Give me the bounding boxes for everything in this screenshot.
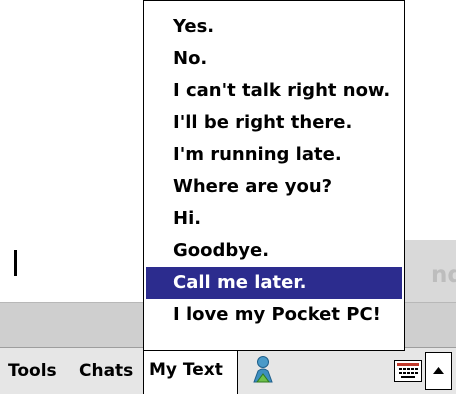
my-text-dropdown: Yes. No. I can't talk right now. I'll be ri… bbox=[143, 0, 405, 351]
chats-menu[interactable]: Chats bbox=[79, 357, 133, 385]
my-text-item[interactable]: Hi. bbox=[146, 203, 402, 235]
my-text-item[interactable]: Call me later. bbox=[146, 267, 402, 299]
tools-menu[interactable]: Tools bbox=[8, 357, 57, 385]
keyboard-icon[interactable] bbox=[394, 360, 422, 382]
text-cursor bbox=[14, 250, 17, 276]
user-icon[interactable] bbox=[247, 354, 281, 388]
my-text-item[interactable]: I'm running late. bbox=[146, 139, 402, 171]
my-text-item[interactable]: Where are you? bbox=[146, 171, 402, 203]
my-text-menu[interactable]: My Text bbox=[143, 347, 238, 394]
my-text-item[interactable]: I love my Pocket PC! bbox=[146, 299, 402, 331]
input-selector-arrow-icon[interactable] bbox=[425, 352, 452, 390]
my-text-item[interactable]: Goodbye. bbox=[146, 235, 402, 267]
my-text-item[interactable]: I'll be right there. bbox=[146, 107, 402, 139]
send-button-label: nd bbox=[431, 262, 456, 288]
my-text-item[interactable]: Yes. bbox=[146, 11, 402, 43]
send-button[interactable]: nd bbox=[398, 240, 456, 302]
my-text-item[interactable]: No. bbox=[146, 43, 402, 75]
my-text-item[interactable]: I can't talk right now. bbox=[146, 75, 402, 107]
menu-bar: Tools Chats My Text bbox=[0, 347, 456, 394]
